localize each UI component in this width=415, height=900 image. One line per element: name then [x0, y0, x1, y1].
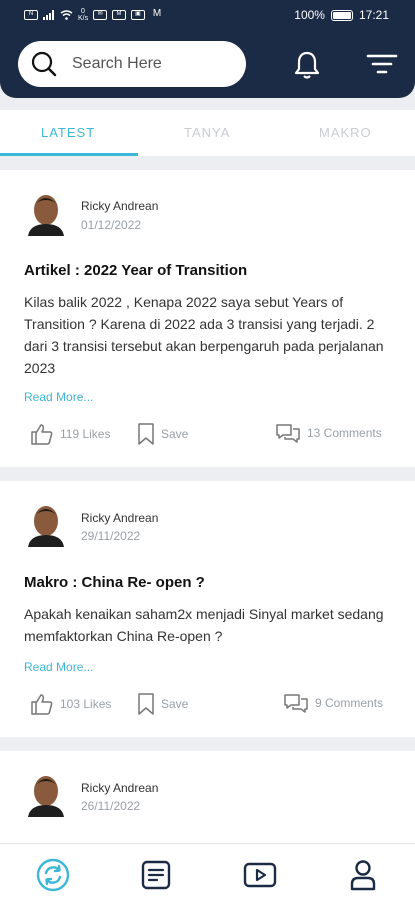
comments-button[interactable]: 9 Comments: [283, 692, 383, 714]
author-name[interactable]: Ricky Andrean: [81, 199, 158, 213]
post-title[interactable]: Makro : China Re- open ?: [24, 574, 205, 591]
save-label: Save: [161, 427, 189, 441]
comment-count: 13 Comments: [307, 426, 382, 440]
comments-button[interactable]: 13 Comments: [275, 422, 382, 444]
author-name[interactable]: Ricky Andrean: [81, 781, 158, 795]
nav-home[interactable]: [36, 858, 70, 892]
tab-makro[interactable]: MAKRO: [319, 125, 372, 140]
like-count: 119 Likes: [60, 427, 111, 441]
profile-icon: [350, 860, 376, 891]
author-name[interactable]: Ricky Andrean: [81, 511, 158, 525]
nav-videos[interactable]: [243, 858, 277, 892]
post-excerpt: Kilas balik 2022 , Kenapa 2022 saya sebu…: [24, 294, 384, 376]
tab-latest[interactable]: LATEST: [41, 125, 95, 140]
post-title[interactable]: Artikel : 2022 Year of Transition: [24, 262, 247, 279]
tab-active-indicator: [0, 153, 138, 156]
article-icon: [141, 860, 171, 890]
app-header: N 0 K/s ✉ M ▣ M 100% 17:21: [0, 0, 415, 98]
gmail-icon: M: [152, 8, 162, 19]
avatar: [26, 503, 66, 547]
bell-icon[interactable]: [291, 49, 323, 81]
video-icon: [243, 862, 277, 888]
tab-tanya[interactable]: TANYA: [184, 125, 230, 140]
battery-icon: [330, 9, 353, 21]
avatar: [26, 773, 66, 817]
save-button[interactable]: Save: [137, 692, 188, 716]
post-date: 26/11/2022: [81, 799, 141, 813]
battery-percent: 100%: [294, 8, 325, 22]
mail-icon: ✉: [93, 10, 107, 20]
read-more-link[interactable]: Read More...: [24, 660, 93, 674]
search-input[interactable]: [72, 55, 222, 73]
post-excerpt: Apakah kenaikan saham2x menjadi Sinyal m…: [24, 606, 384, 644]
read-more-link[interactable]: Read More...: [24, 390, 93, 404]
status-bar: N 0 K/s ✉ M ▣ M 100% 17:21: [0, 0, 415, 30]
status-left-icons: N 0 K/s ✉ M ▣ M: [24, 8, 164, 22]
save-label: Save: [161, 697, 189, 711]
signal-icon: [43, 10, 54, 20]
message-icon: M: [112, 10, 126, 20]
post-card[interactable]: Ricky Andrean 01/12/2022 Artikel : 2022 …: [0, 170, 415, 467]
thumbs-up-icon: [31, 694, 53, 715]
thumbs-up-icon: [31, 424, 53, 445]
post-date: 01/12/2022: [81, 218, 142, 232]
tab-bar: LATEST TANYA MAKRO: [0, 110, 415, 156]
bookmark-icon: [138, 693, 154, 715]
clock: 17:21: [358, 8, 389, 22]
avatar: [26, 192, 66, 236]
speed-indicator: 0 K/s: [78, 8, 89, 22]
search-icon: [31, 51, 57, 77]
image-icon: ▣: [131, 10, 145, 20]
status-right: 100% 17:21: [294, 8, 389, 22]
comment-icon: [276, 424, 300, 443]
refresh-icon: [36, 858, 70, 892]
like-button[interactable]: 103 Likes: [30, 692, 111, 716]
post-date: 29/11/2022: [81, 529, 141, 543]
nfc-icon: N: [24, 10, 38, 20]
save-button[interactable]: Save: [137, 422, 188, 446]
search-bar[interactable]: [18, 41, 246, 87]
bookmark-icon: [138, 423, 154, 445]
like-button[interactable]: 119 Likes: [30, 422, 110, 446]
bottom-nav: [0, 843, 415, 900]
like-count: 103 Likes: [60, 697, 112, 711]
post-card[interactable]: Ricky Andrean 26/11/2022: [0, 751, 415, 843]
comment-icon: [284, 694, 308, 713]
filter-icon[interactable]: [366, 52, 398, 76]
nav-profile[interactable]: [346, 858, 380, 892]
comment-count: 9 Comments: [315, 696, 384, 710]
wifi-icon: [60, 10, 73, 20]
post-card[interactable]: Ricky Andrean 29/11/2022 Makro : China R…: [0, 481, 415, 737]
nav-articles[interactable]: [139, 858, 173, 892]
